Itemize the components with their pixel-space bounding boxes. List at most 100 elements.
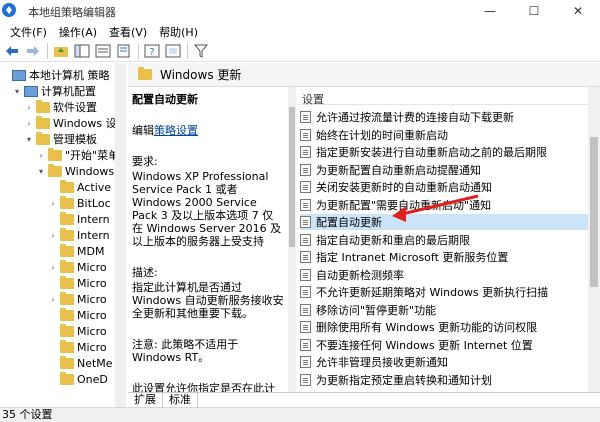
computer-icon [24,85,38,97]
column-header-setting[interactable]: 设置 [298,87,588,106]
setting-row[interactable]: 指定 Intranet Microsoft 更新服务位置 [300,249,588,265]
folder-icon [60,355,74,369]
setting-row[interactable]: 不要连接任何 Windows 更新 Internet 位置 [300,337,588,353]
setting-row[interactable]: 不允许更新延期策略对 Windows 更新执行扫描 [300,284,588,300]
help-icon[interactable]: ? [142,42,162,60]
policy-setting-icon [300,216,311,228]
policy-setting-icon [300,338,311,351]
tree-item[interactable]: ▾ Windows [36,163,114,179]
list-scroll-thumb[interactable] [590,137,598,287]
setting-label: 指定更新安装进行自动重新启动之前的最后期限 [316,146,547,159]
chevron-right-icon[interactable]: › [24,103,34,112]
tree-item[interactable]: Micro [48,307,107,323]
chevron-right-icon[interactable]: › [48,295,58,304]
menu-action[interactable]: 操作(A) [53,22,103,40]
edit-policy-line: 编辑策略设置 [132,124,284,137]
description-pane: 配置自动更新 编辑策略设置 要求: Windows XP Professiona… [128,87,288,392]
chevron-right-icon[interactable]: › [24,119,34,128]
folder-icon [60,291,74,305]
forward-icon[interactable] [23,42,43,60]
tree-item[interactable]: › Micro [48,291,107,307]
tree-item[interactable]: › Micro [48,259,107,275]
description-scroll-thumb[interactable] [289,107,295,247]
setting-row[interactable]: 为更新指定预定重启转换和通知计划 [300,372,588,388]
tree-item[interactable]: ▾ 计算机配置 [12,83,96,99]
tree-item[interactable]: › "开始"菜单 [36,147,119,163]
policy-setting-icon [300,321,311,333]
tree-scrollbar[interactable] [115,63,126,407]
menu-view[interactable]: 查看(V) [103,22,153,40]
tree-item[interactable]: NetMe [48,355,113,371]
tab-standard[interactable]: 标准 [163,393,198,407]
tree-item[interactable]: 本地计算机 策略 [0,67,110,83]
chevron-right-icon[interactable]: › [36,151,46,160]
tree-item[interactable]: › Intern [48,227,110,243]
policy-setting-icon [300,268,311,281]
tree-item[interactable]: OneD [48,371,108,387]
setting-row[interactable]: 为更新配置自动重新启动提醒通知 [300,162,588,178]
tab-extended[interactable]: 扩展 [128,393,163,407]
setting-row[interactable]: 删除使用所有 Windows 更新功能的访问权限 [300,319,588,335]
app-logo-icon [2,3,16,17]
setting-row[interactable]: 指定自动更新和重启的最后期限 [300,232,588,248]
policy-setting-icon [300,198,311,211]
setting-row[interactable]: 始终在计划的时间重新启动 [300,127,588,143]
tree-item[interactable]: ▾ 管理模板 [24,131,97,147]
setting-row[interactable]: 配置自动更新 [300,214,588,230]
setting-label: 为更新配置自动重新启动提醒通知 [316,163,481,177]
tree-item-label: 软件设置 [53,101,97,114]
export-list-icon[interactable] [114,42,134,60]
description-scrollbar[interactable] [288,87,296,392]
maximize-button[interactable]: ☐ [512,0,556,22]
folder-icon [36,115,50,129]
tree-item[interactable]: › Windows 设置 [24,115,125,131]
edit-policy-link[interactable]: 策略设置 [154,124,198,137]
tree-item[interactable]: Active [48,179,111,195]
setting-row[interactable]: 允许非管理员接收更新通知 [300,354,588,370]
policy-setting-icon [300,128,311,141]
setting-row[interactable]: 为更新配置"需要自动重新启动"通知 [300,197,588,213]
tree-item[interactable]: Micro [48,339,107,355]
setting-label: 始终在计划的时间重新启动 [316,128,448,142]
chevron-down-icon[interactable]: ▾ [12,87,22,96]
tree-item[interactable]: Micro [48,323,107,339]
menu-file[interactable]: 文件(F) [4,22,53,40]
policy-title: 配置自动更新 [132,93,198,106]
properties-icon[interactable] [163,42,183,60]
tree-item-label: Windows [65,164,115,178]
edit-prefix: 编辑 [132,124,154,137]
close-button[interactable]: ✕ [556,0,600,22]
minimize-button[interactable]: — [468,0,512,22]
tree-item-label: Micro [77,324,107,338]
tree-item[interactable]: Intern [48,211,110,227]
chevron-right-icon[interactable]: › [48,199,58,208]
list-view-icon[interactable] [93,42,113,60]
menu-help[interactable]: 帮助(H) [153,22,204,40]
tree-item-label: 计算机配置 [41,85,96,98]
setting-row[interactable]: 自动更新检测频率 [300,267,588,283]
tree-pane[interactable]: 本地计算机 策略 ▾ 计算机配置 › 软件设置 › Windows 设置 ▾ 管理模板 › "开始"… [0,63,126,407]
chevron-down-icon[interactable]: ▾ [36,167,46,176]
show-tree-icon[interactable] [72,42,92,60]
setting-row[interactable]: 允许通过按流量计费的连接自动下载更新 [300,109,588,125]
tree-item[interactable]: › BitLoc [48,195,111,211]
setting-row[interactable]: 指定更新安装进行自动重新启动之前的最后期限 [300,144,588,160]
chevron-down-icon[interactable]: ▾ [24,135,34,144]
tree-item[interactable]: MDM [48,243,104,259]
chevron-right-icon[interactable]: › [48,263,58,272]
tree-item-label: 本地计算机 策略 [29,69,110,82]
up-folder-icon[interactable] [51,42,71,60]
folder-icon [36,99,50,113]
folder-icon [36,131,50,145]
policy-setting-icon [300,303,311,316]
tree-item[interactable]: Micro [48,275,107,291]
chevron-right-icon[interactable]: › [48,231,58,240]
back-icon[interactable] [2,42,22,60]
setting-row[interactable]: 关闭安装更新时的自动重新启动通知 [300,179,588,195]
list-scrollbar[interactable] [588,87,600,392]
view-tabs: 扩展 标准 [128,392,600,407]
setting-row[interactable]: 移除访问"暂停更新"功能 [300,302,588,318]
filter-icon[interactable] [191,42,211,60]
folder-icon [60,339,74,353]
tree-item[interactable]: › 软件设置 [24,99,97,115]
